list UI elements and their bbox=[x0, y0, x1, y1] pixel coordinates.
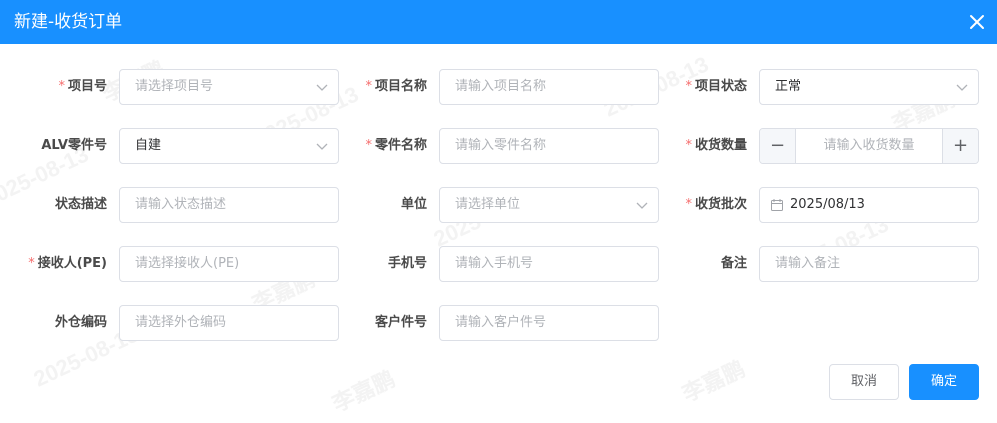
project-name-input[interactable]: 请输入项目名称 bbox=[439, 69, 659, 105]
form-item-remark: 备注 请输入备注 bbox=[660, 246, 980, 282]
form-item-part-name: * 零件名称 请输入零件名称 bbox=[340, 128, 660, 164]
cancel-button[interactable]: 取消 bbox=[829, 364, 899, 400]
unit-label: 单位 bbox=[400, 197, 427, 212]
receive-qty-label: 收货数量 bbox=[694, 138, 747, 153]
form-item-alv-part-no: ALV零件号 自建 bbox=[0, 128, 340, 164]
customer-part-no-input[interactable]: 请输入客户件号 bbox=[439, 305, 659, 341]
outside-warehouse-label: 外仓编码 bbox=[54, 315, 107, 330]
project-status-select[interactable]: 正常 bbox=[759, 69, 979, 105]
form-item-project-name: * 项目名称 请输入项目名称 bbox=[340, 69, 660, 105]
watermark-name: 李嘉鹏 bbox=[678, 356, 749, 407]
alv-part-no-select[interactable]: 自建 bbox=[119, 128, 339, 164]
form-item-status-desc: 状态描述 请输入状态描述 bbox=[0, 187, 340, 223]
dialog-header: 新建-收货订单 bbox=[0, 0, 997, 44]
chevron-down-icon bbox=[636, 200, 648, 210]
decrement-button[interactable]: − bbox=[760, 129, 796, 163]
project-no-label: 项目号 bbox=[67, 79, 107, 94]
receive-batch-label: 收货批次 bbox=[694, 197, 747, 212]
project-status-label: 项目状态 bbox=[694, 79, 747, 94]
form-item-outside-warehouse: 外仓编码 请选择外仓编码 bbox=[0, 305, 340, 341]
form-item-unit: 单位 请选择单位 bbox=[340, 187, 660, 223]
receive-batch-value: 2025/08/13 bbox=[790, 197, 865, 212]
form-item-customer-part-no: 客户件号 请输入客户件号 bbox=[340, 305, 660, 341]
receive-batch-date-picker[interactable]: 2025/08/13 bbox=[759, 187, 979, 223]
receive-qty-stepper: − 请输入收货数量 + bbox=[759, 128, 979, 164]
dialog-title: 新建-收货订单 bbox=[14, 12, 123, 32]
part-name-label: 零件名称 bbox=[374, 138, 427, 153]
form-item-project-status: * 项目状态 正常 bbox=[660, 69, 980, 105]
form-item-receiver: * 接收人(PE) 请选择接收人(PE) bbox=[0, 246, 340, 282]
remark-input[interactable]: 请输入备注 bbox=[759, 246, 979, 282]
part-name-placeholder: 请输入零件名称 bbox=[455, 138, 547, 153]
unit-select[interactable]: 请选择单位 bbox=[439, 187, 659, 223]
chevron-down-icon bbox=[316, 141, 328, 151]
phone-label: 手机号 bbox=[387, 256, 427, 271]
remark-placeholder: 请输入备注 bbox=[775, 256, 841, 271]
alv-part-no-value: 自建 bbox=[135, 138, 162, 153]
chevron-down-icon bbox=[316, 82, 328, 92]
status-desc-label: 状态描述 bbox=[54, 197, 107, 212]
outside-warehouse-placeholder: 请选择外仓编码 bbox=[135, 315, 227, 330]
confirm-button[interactable]: 确定 bbox=[909, 364, 979, 400]
form-item-receive-batch: * 收货批次 2025/08/13 bbox=[660, 187, 980, 223]
unit-placeholder: 请选择单位 bbox=[455, 197, 521, 212]
part-name-input[interactable]: 请输入零件名称 bbox=[439, 128, 659, 164]
calendar-icon bbox=[771, 199, 783, 211]
customer-part-no-label: 客户件号 bbox=[374, 315, 427, 330]
close-icon[interactable] bbox=[967, 12, 987, 32]
phone-input[interactable]: 请输入手机号 bbox=[439, 246, 659, 282]
watermark-name: 李嘉鹏 bbox=[328, 366, 399, 417]
project-no-select[interactable]: 请选择项目号 bbox=[119, 69, 339, 105]
project-status-value: 正常 bbox=[775, 79, 802, 94]
chevron-down-icon bbox=[956, 82, 968, 92]
outside-warehouse-select[interactable]: 请选择外仓编码 bbox=[119, 305, 339, 341]
increment-button[interactable]: + bbox=[942, 129, 978, 163]
phone-placeholder: 请输入手机号 bbox=[455, 256, 534, 271]
status-desc-placeholder: 请输入状态描述 bbox=[135, 197, 227, 212]
receiver-select[interactable]: 请选择接收人(PE) bbox=[119, 246, 339, 282]
project-name-label: 项目名称 bbox=[374, 79, 427, 94]
project-no-placeholder: 请选择项目号 bbox=[135, 79, 214, 94]
customer-part-no-placeholder: 请输入客户件号 bbox=[455, 315, 547, 330]
receiver-placeholder: 请选择接收人(PE) bbox=[135, 256, 240, 271]
form-item-receive-qty: * 收货数量 − 请输入收货数量 + bbox=[660, 128, 980, 164]
project-name-placeholder: 请输入项目名称 bbox=[455, 79, 547, 94]
alv-part-no-label: ALV零件号 bbox=[41, 138, 107, 153]
form-item-project-no: * 项目号 请选择项目号 bbox=[0, 69, 340, 105]
form-item-phone: 手机号 请输入手机号 bbox=[340, 246, 660, 282]
receive-qty-input[interactable]: 请输入收货数量 bbox=[796, 129, 942, 163]
remark-label: 备注 bbox=[720, 256, 747, 271]
status-desc-input[interactable]: 请输入状态描述 bbox=[119, 187, 339, 223]
dialog: 新建-收货订单 李嘉鹏 2025-08-13 2025-08-13 李嘉鹏 20… bbox=[0, 0, 997, 423]
receiver-label: 接收人(PE) bbox=[37, 256, 107, 271]
